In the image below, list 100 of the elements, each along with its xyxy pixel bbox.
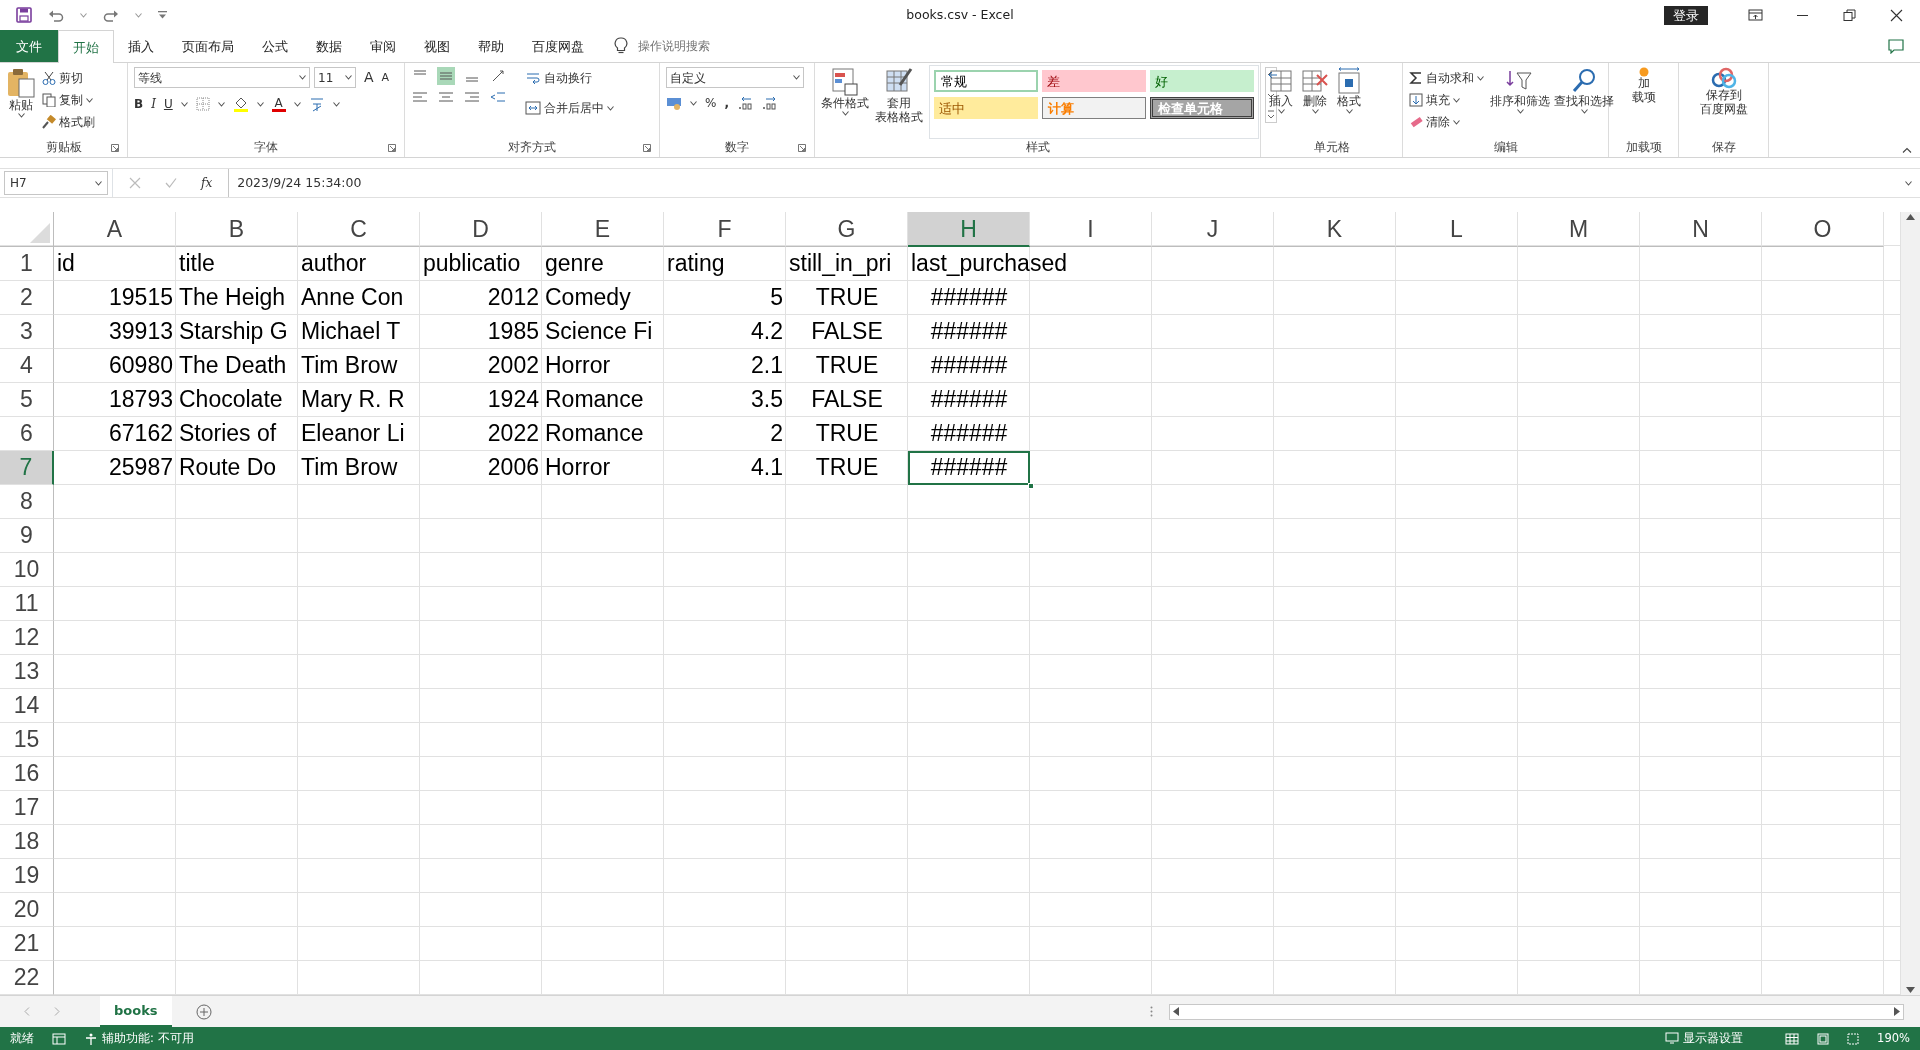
spreadsheet-cell[interactable]: 4.1 [748, 451, 786, 484]
ribbon-tab[interactable]: 开始 [58, 30, 114, 63]
column-header[interactable]: C [298, 212, 420, 247]
spreadsheet-cell[interactable]: ###### [927, 281, 1011, 314]
spreadsheet-cell[interactable]: Route Do [176, 451, 280, 484]
spreadsheet-cell[interactable]: ###### [927, 349, 1011, 382]
spreadsheet-cell[interactable]: Michael T [298, 315, 404, 348]
tell-me-search-field[interactable]: 操作说明搜索 [636, 36, 756, 56]
clear-button[interactable]: 清除 [1409, 111, 1484, 133]
spreadsheet-cell[interactable]: 19515 [106, 281, 176, 314]
addins-button[interactable]: 加 载项 [1631, 67, 1656, 139]
wrap-text-button[interactable]: 自动换行 [525, 67, 614, 89]
column-header[interactable]: I [1030, 212, 1152, 247]
ribbon-tab[interactable]: 页面布局 [168, 30, 248, 62]
font-color-button[interactable]: A [271, 96, 286, 112]
column-header[interactable]: H [908, 212, 1030, 247]
copy-button[interactable]: 复制 [42, 89, 95, 111]
spreadsheet-cell[interactable]: Tim Brow [298, 349, 401, 382]
font-size-field[interactable]: 11 [314, 67, 356, 88]
column-header[interactable]: M [1518, 212, 1640, 247]
column-header[interactable]: B [176, 212, 298, 247]
merge-center-button[interactable]: 合并后居中 [525, 97, 614, 119]
spreadsheet-cell[interactable]: ###### [927, 383, 1011, 416]
cell-style-tile[interactable]: 好 [1150, 70, 1254, 92]
cell-style-tile[interactable]: 差 [1042, 70, 1146, 92]
spreadsheet-cell[interactable]: ###### [927, 315, 1011, 348]
sign-in-button[interactable]: 登录 [1664, 5, 1708, 25]
spreadsheet-cell[interactable]: 18793 [106, 383, 176, 416]
cell-style-tile[interactable]: 常规 [934, 70, 1038, 92]
spreadsheet-cell[interactable]: 60980 [106, 349, 176, 382]
spreadsheet-cell[interactable]: 2022 [484, 417, 542, 450]
format-painter-button[interactable]: 格式刷 [42, 111, 95, 133]
spreadsheet-cell[interactable]: Mary R. R [298, 383, 408, 416]
spreadsheet-cell[interactable]: ###### [927, 417, 1011, 450]
spreadsheet-cell[interactable]: TRUE [812, 417, 882, 450]
cell-style-tile[interactable]: 适中 [934, 97, 1038, 119]
accessibility-button[interactable]: 辅助功能: 不可用 [84, 1031, 194, 1046]
row-header[interactable]: 7 [0, 451, 54, 485]
spreadsheet-cell[interactable]: FALSE [808, 315, 886, 348]
spreadsheet-cell[interactable]: Chocolate [176, 383, 286, 416]
spreadsheet-cell[interactable]: 2012 [484, 281, 542, 314]
bold-button[interactable]: B [134, 96, 144, 112]
insert-cells-button[interactable]: 插入 [1267, 67, 1295, 139]
autosum-button[interactable]: 自动求和 [1409, 67, 1484, 89]
spreadsheet-cell[interactable]: 2 [767, 417, 786, 450]
spreadsheet-cell[interactable]: FALSE [808, 383, 886, 416]
column-header[interactable]: D [420, 212, 542, 247]
conditional-formatting-button[interactable]: 条件格式 [821, 67, 869, 139]
spreadsheet-cell[interactable]: publicatio [420, 247, 524, 280]
column-header[interactable]: E [542, 212, 664, 247]
spreadsheet-cell[interactable]: 2.1 [748, 349, 786, 382]
spreadsheet-cell[interactable]: Starship G [176, 315, 291, 348]
ribbon-tab[interactable]: 数据 [302, 30, 356, 62]
spreadsheet-cell[interactable]: Comedy [542, 281, 634, 314]
save-to-cloud-button[interactable]: 保存到 百度网盘 [1699, 67, 1748, 139]
zoom-level[interactable]: 190% [1877, 1029, 1910, 1048]
name-box[interactable]: H7 [4, 171, 108, 195]
spreadsheet-cell[interactable]: TRUE [812, 451, 882, 484]
spreadsheet-cell[interactable]: 5 [767, 281, 786, 314]
column-header[interactable]: A [54, 212, 176, 247]
fill-button[interactable]: 填充 [1409, 89, 1484, 111]
underline-button[interactable]: U [163, 96, 173, 112]
format-cells-button[interactable]: 格式 [1335, 67, 1363, 139]
spreadsheet-cell[interactable]: author [298, 247, 370, 280]
spreadsheet-cell[interactable]: Horror [542, 451, 614, 484]
ribbon-tab[interactable]: 百度网盘 [518, 30, 598, 62]
formula-text[interactable]: 2023/9/24 15:34:00 [237, 173, 362, 193]
spreadsheet-cell[interactable]: Stories of [176, 417, 280, 450]
ribbon-tab[interactable]: 审阅 [356, 30, 410, 62]
column-header[interactable]: N [1640, 212, 1762, 247]
spreadsheet-cell[interactable]: Romance [542, 383, 647, 416]
spreadsheet-cell[interactable]: The Heigh [176, 281, 289, 314]
spreadsheet-cell[interactable]: 1985 [484, 315, 542, 348]
spreadsheet-cell[interactable]: 4.2 [748, 315, 786, 348]
file-tab[interactable]: 文件 [0, 30, 58, 62]
spreadsheet-cell[interactable]: 25987 [106, 451, 176, 484]
column-header[interactable]: L [1396, 212, 1518, 247]
spreadsheet-cell[interactable]: Anne Con [298, 281, 407, 314]
spreadsheet-cell[interactable]: 2002 [484, 349, 542, 382]
spreadsheet-cell[interactable]: TRUE [812, 349, 882, 382]
spreadsheet-cell[interactable]: The Death [176, 349, 290, 382]
spreadsheet-cell[interactable]: still_in_pri [786, 247, 895, 280]
percent-button[interactable]: % [705, 96, 717, 111]
selected-cell-border[interactable]: ###### [908, 451, 1030, 485]
italic-button[interactable]: I [151, 96, 156, 112]
spreadsheet-cell[interactable]: Horror [542, 349, 614, 382]
spreadsheet-cell[interactable]: 67162 [106, 417, 176, 450]
ribbon-tab[interactable]: 插入 [114, 30, 168, 62]
sort-filter-button[interactable]: 排序和筛选 [1490, 67, 1550, 139]
column-header[interactable]: F [664, 212, 786, 247]
spreadsheet-cell[interactable]: 3.5 [748, 383, 786, 416]
spreadsheet-cell[interactable]: TRUE [812, 281, 882, 314]
spreadsheet-cell[interactable]: 2006 [484, 451, 542, 484]
font-name-field[interactable]: 等线 [134, 67, 310, 88]
ribbon-tab[interactable]: 公式 [248, 30, 302, 62]
spreadsheet-cell[interactable]: Science Fi [542, 315, 656, 348]
number-format-field[interactable]: 自定义 [666, 67, 804, 88]
spreadsheet-cell[interactable]: Romance [542, 417, 647, 450]
spreadsheet-cell[interactable]: genre [542, 247, 607, 280]
spreadsheet-cell[interactable]: ###### [927, 451, 1011, 484]
